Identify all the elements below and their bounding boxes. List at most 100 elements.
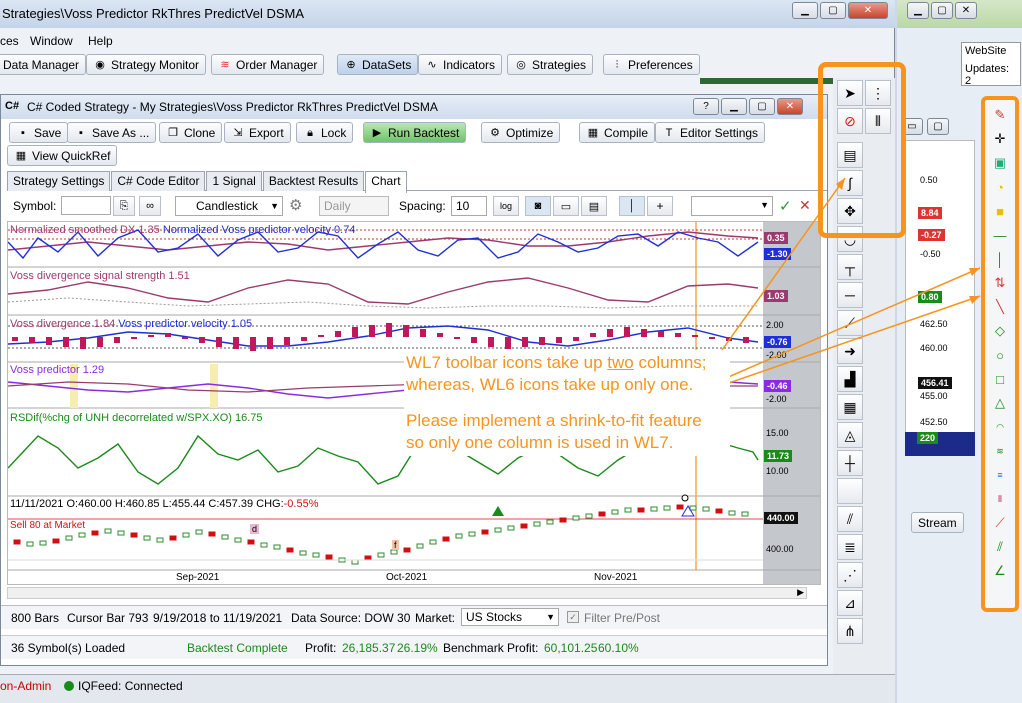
main-minimize-button[interactable]: ▁	[792, 2, 818, 19]
triangle-tool-icon[interactable]: ◬	[837, 422, 863, 448]
p3-axis-2: -0.76	[764, 336, 791, 348]
preferences-button[interactable]: ⫶ Preferences	[603, 54, 700, 75]
chart-settings-gear-icon[interactable]: ⚙	[289, 196, 311, 216]
crosshair-cursor-icon[interactable]: +	[647, 196, 673, 216]
strategy-minimize-button[interactable]: ▁	[721, 98, 747, 115]
balloon-icon[interactable]: ◔	[989, 176, 1011, 198]
circle-icon[interactable]: ○	[989, 344, 1011, 366]
layout-icon-1[interactable]: ▭	[553, 196, 579, 216]
triangle-icon[interactable]: △	[989, 392, 1011, 414]
extra-select[interactable]: ▼	[691, 196, 773, 216]
strategy-close-button[interactable]: ✕	[777, 98, 803, 115]
save-button[interactable]: ▪ Save	[9, 122, 69, 143]
square-icon[interactable]: □	[989, 368, 1011, 390]
scale-select[interactable]: Daily	[319, 196, 389, 216]
clone-button[interactable]: ❐ Clone	[159, 122, 223, 143]
marker-icon[interactable]: ─	[837, 282, 863, 308]
apply-check-icon[interactable]: ✓	[779, 197, 792, 215]
cancel-x-icon[interactable]: ✕	[799, 197, 811, 214]
stream-button[interactable]: Stream	[911, 512, 964, 533]
fan-icon[interactable]: ⋰	[837, 562, 863, 588]
menu-item-services[interactable]: ces	[0, 34, 19, 48]
channel-icon[interactable]: ⫽	[989, 536, 1011, 558]
data-manager-button[interactable]: Data Manager	[0, 54, 87, 75]
export-button[interactable]: ⇲ Export	[224, 122, 291, 143]
order-manager-button[interactable]: ≋ Order Manager	[211, 54, 325, 75]
marker-f: f	[392, 540, 399, 550]
spacing-stepper[interactable]: 10	[451, 196, 487, 216]
chart-style-select[interactable]: Candlestick ▼	[175, 196, 283, 216]
vline-icon[interactable]: │	[989, 248, 1011, 270]
crosshair-icon[interactable]: ✛	[989, 128, 1011, 150]
feed-status: IQFeed: Connected	[78, 679, 183, 693]
fib-arc-icon[interactable]: ◠	[989, 416, 1011, 438]
image-icon[interactable]: ▣	[989, 152, 1011, 174]
save-as-button[interactable]: ▪ Save As ...	[67, 122, 157, 143]
main-maximize-button[interactable]: ▢	[820, 2, 846, 19]
pane1-label-velocity: Normalized Voss predictor velocity 0.74	[162, 224, 356, 236]
strategy-help-button[interactable]: ?	[693, 98, 719, 115]
channel-tool-icon[interactable]: ≣	[837, 534, 863, 560]
strategies-button[interactable]: ◎ Strategies	[507, 54, 594, 75]
parallel-icon[interactable]: ⫽	[837, 506, 863, 532]
gann-tool-icon[interactable]: ⊿	[837, 590, 863, 616]
divergence-bar	[522, 337, 528, 347]
rw-close-button[interactable]: ✕	[955, 2, 977, 19]
main-close-button[interactable]: ✕	[848, 2, 888, 19]
layout-icon-2[interactable]: ▤	[581, 196, 607, 216]
menu-item-help[interactable]: Help	[88, 34, 113, 48]
price-date: 11/11/2021	[10, 498, 64, 510]
box-icon[interactable]: ▟	[837, 366, 863, 392]
ray-icon[interactable]: ⟋	[837, 310, 863, 336]
tab-chart[interactable]: Chart	[365, 171, 407, 193]
arrow-right-icon[interactable]: ➜	[837, 338, 863, 364]
horizontal-scrollbar[interactable]: ▶	[7, 587, 807, 599]
scroll-right-icon[interactable]: ▶	[797, 587, 804, 598]
rw-min-button[interactable]: ▢	[927, 118, 949, 135]
eraser-icon[interactable]: ✎	[989, 104, 1011, 126]
symbol-input[interactable]	[61, 196, 111, 215]
gann-icon[interactable]: ∠	[989, 560, 1011, 582]
note-icon[interactable]: ■	[989, 200, 1011, 222]
tab-strategy-settings[interactable]: Strategy Settings	[7, 171, 111, 191]
log-toggle[interactable]: log	[493, 196, 519, 216]
vline-tool-icon[interactable]: ┼	[837, 450, 863, 476]
note-tool-icon[interactable]: ▦	[837, 394, 863, 420]
optimize-button[interactable]: ⚙ Optimize	[481, 122, 561, 143]
run-backtest-button[interactable]: ▶ Run Backtest	[363, 122, 467, 143]
symbol-lookup-icon[interactable]: ⎘	[113, 196, 135, 216]
hline-tool-icon[interactable]: ┬	[837, 254, 863, 280]
log-label: log	[499, 201, 512, 211]
pitchfork-icon[interactable]: ⋔	[837, 618, 863, 644]
view-quickref-button[interactable]: ▦ View QuickRef	[7, 145, 118, 166]
fib-time-icon[interactable]: ⦀	[989, 488, 1011, 510]
tab-code-editor[interactable]: C# Code Editor	[111, 171, 206, 191]
trendline-icon[interactable]: ╲	[989, 296, 1011, 318]
strategy-maximize-button[interactable]: ▢	[749, 98, 775, 115]
lock-button[interactable]: 🔒︎ Lock	[296, 122, 354, 143]
strategy-monitor-button[interactable]: ◉ Strategy Monitor	[86, 54, 207, 75]
fib-retrace-icon[interactable]: ≡	[989, 464, 1011, 486]
diamond-icon[interactable]: ◇	[989, 320, 1011, 342]
fib-fan-icon[interactable]: ≋	[989, 440, 1011, 462]
cursor-line-icon[interactable]: │	[619, 196, 645, 216]
datasets-button[interactable]: ⊕ DataSets	[337, 54, 419, 75]
rw-minimize-button[interactable]: ▁	[907, 2, 929, 19]
menu-item-window[interactable]: Window	[30, 34, 73, 48]
rw-maximize-button[interactable]: ▢	[931, 2, 953, 19]
empty-tool-icon[interactable]	[837, 478, 863, 504]
divergence-bar	[743, 337, 749, 343]
speed-lines-icon[interactable]: ⟋	[989, 512, 1011, 534]
hline-icon[interactable]: —	[989, 224, 1011, 246]
filter-checkbox[interactable]: ✓	[567, 611, 579, 623]
compile-button[interactable]: ▦ Compile	[579, 122, 656, 143]
sell-signal-label: Sell 80 at Market	[10, 520, 86, 531]
tab-backtest-results[interactable]: Backtest Results	[262, 171, 365, 191]
tab-signals[interactable]: 1 Signal	[206, 171, 262, 191]
link-icon[interactable]: ∞	[139, 196, 161, 216]
indicators-button[interactable]: ∿ Indicators	[418, 54, 503, 75]
snapshot-icon[interactable]: ◙	[525, 196, 551, 216]
market-select[interactable]: US Stocks ▼	[461, 608, 559, 626]
editor-settings-button[interactable]: T Editor Settings	[655, 122, 766, 143]
arrows-icon[interactable]: ⇅	[989, 272, 1011, 294]
